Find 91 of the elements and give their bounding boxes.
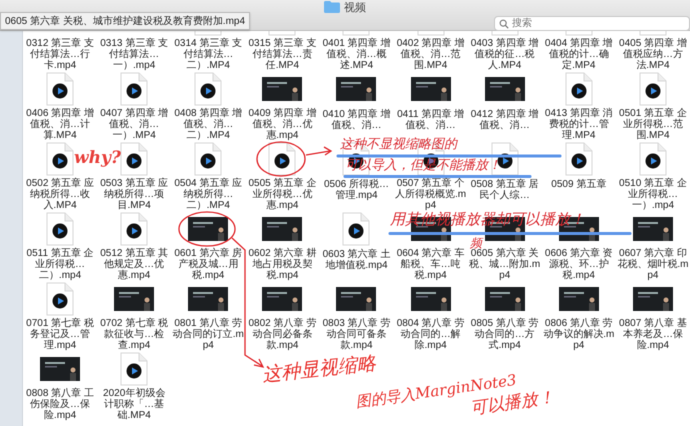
handwritten-note: 频: [470, 237, 482, 249]
file-name: 0312 第三章 支付结算法…行卡.mp4: [25, 38, 95, 71]
video-thumbnail[interactable]: [40, 356, 80, 380]
video-thumbnail[interactable]: [188, 286, 228, 310]
video-thumbnail[interactable]: [632, 286, 673, 310]
file-name: 0507 第五章 个人所得税概览.mp4: [394, 178, 467, 211]
video-thumbnail[interactable]: [558, 286, 599, 310]
video-thumbnail[interactable]: [632, 216, 673, 240]
file-name: 0601 第六章 房产税及城…用税.mp4: [173, 248, 244, 281]
file-name: 0808 第八章 工伤保险及…保险.mp4: [25, 388, 95, 421]
video-file-icon[interactable]: [342, 212, 370, 246]
file-name: 0607 第六章 印花税、烟叶税.mp4: [616, 248, 689, 281]
video-file-icon[interactable]: [46, 282, 74, 316]
video-file-icon[interactable]: [194, 72, 222, 106]
video-thumbnail[interactable]: [188, 216, 228, 240]
file-name: 2020年初级会计职称「…基础.MP4: [102, 388, 166, 421]
arrow: [306, 146, 332, 156]
file-name: 0606 第六章 资源税、环…护税.mp4: [544, 248, 614, 281]
file-name: 0602 第六章 耕地占用税及契税.mp4: [247, 248, 318, 281]
handwritten-note: why?: [74, 150, 121, 167]
video-file-icon[interactable]: [638, 142, 667, 176]
video-thumbnail[interactable]: [410, 286, 451, 310]
circle-mark: [178, 211, 236, 247]
file-name: 0510 第五章 企业所得税…一）.mp4: [618, 178, 688, 211]
file-name: 0413 第四章 消费税的计…管理.MP4: [544, 108, 614, 141]
file-name: 0509 第五章: [550, 179, 608, 190]
video-file-icon[interactable]: [46, 212, 74, 246]
file-name: 0804 第八章 劳动合同的…解除.mp4: [396, 318, 466, 351]
video-thumbnail[interactable]: [262, 286, 302, 310]
video-thumbnail[interactable]: [484, 286, 525, 310]
video-thumbnail[interactable]: [114, 286, 154, 310]
video-thumbnail[interactable]: [336, 286, 376, 310]
circle-mark: [256, 141, 306, 177]
file-name: 0408 第四章 增值税、消…二）.MP4: [173, 108, 244, 141]
video-thumbnail[interactable]: [336, 77, 376, 101]
video-thumbnail[interactable]: [410, 77, 451, 101]
video-file-icon[interactable]: [120, 72, 148, 106]
video-thumbnail[interactable]: [484, 77, 525, 101]
video-file-icon[interactable]: [46, 72, 74, 106]
file-name: 0315 第三章 支付结算法…责任.MP4: [247, 38, 318, 71]
file-name: 0407 第四章 增值税、消…一）.MP4: [99, 108, 170, 141]
file-name: 0503 第五章 应纳税所得…项目.MP4: [99, 178, 170, 211]
video-file-icon[interactable]: [120, 212, 148, 246]
file-name: 0502 第五章 应纳税所得…收入.MP4: [25, 178, 95, 211]
file-name: 0512 第五章 其他规定及…优惠.mp4: [99, 248, 170, 281]
file-name: 0801 第八章 劳动合同的订立.mp4: [172, 318, 244, 351]
search-icon: [499, 18, 509, 28]
handwritten-note: 这种不显视缩略图的: [340, 138, 457, 151]
folder-icon: [324, 1, 340, 13]
file-name: 0604 第六章 车船税、车…吨税.mp4: [396, 248, 466, 281]
handwritten-note: 这种显视缩略: [261, 354, 377, 385]
window-title: 视频: [344, 0, 366, 14]
file-name: 0409 第四章 增值税、消…优惠.mp4: [247, 108, 318, 141]
tooltip: 0605 第六章 关税、城市维护建设税及教育费附加.mp4: [0, 12, 250, 30]
file-name: 0806 第八章 劳动争议的解决.mp4: [542, 318, 615, 351]
file-name: 0405 第四章 增值税应纳…方法.MP4: [618, 38, 688, 71]
video-file-icon[interactable]: [268, 142, 296, 176]
file-name: 0506 所得税…管理.mp4: [322, 179, 390, 201]
video-file-icon[interactable]: [194, 142, 222, 176]
video-file-icon[interactable]: [46, 142, 74, 176]
video-thumbnail[interactable]: [262, 76, 302, 100]
search-field[interactable]: 搜索: [494, 16, 690, 31]
file-name: 0802 第八章 劳动合同必备条款.mp4: [247, 318, 318, 351]
file-name: 0505 第五章 企业所得税…优惠.mp4: [247, 178, 318, 211]
file-name: 0603 第六章 土地增值税.mp4: [322, 249, 392, 271]
file-name: 0504 第五章 应纳税所得…二）.MP4: [173, 178, 244, 211]
video-file-icon[interactable]: [564, 142, 593, 176]
file-name: 0410 第四章 增值税、消…: [322, 109, 392, 131]
video-thumbnail[interactable]: [262, 216, 302, 240]
file-name: 0807 第八章 基本养老及…保险.mp4: [618, 318, 688, 351]
file-name: 0511 第五章 企业所得税…二）.mp4: [26, 248, 95, 281]
file-name: 0313 第三章 支付结算法…一）.mp4: [99, 38, 170, 71]
file-name: 0402 第四章 增值税、消…范围.MP4: [396, 38, 466, 71]
file-name: 0403 第四章 增值税的征…税人.MP4: [470, 38, 540, 71]
file-name: 0605 第六章 关税、城…附加.mp4: [468, 248, 541, 281]
video-file-icon[interactable]: [120, 142, 148, 176]
file-name: 0314 第三章 支付结算法…二）.MP4: [173, 38, 244, 71]
file-name: 0701 第七章 税务登记及…管理.mp4: [25, 318, 95, 351]
file-name: 0803 第八章 劳动合同可备条款.mp4: [322, 318, 392, 351]
file-name: 0401 第四章 增值税、消…概述.MP4: [322, 38, 392, 71]
video-file-icon[interactable]: [564, 72, 593, 106]
file-name: 0406 第四章 增值税、消…计算.MP4: [25, 108, 95, 141]
file-name: 0501 第五章 企业所得税…范围.MP4: [618, 108, 688, 141]
file-name: 0702 第七章 税款征收与…检查.mp4: [99, 318, 170, 351]
video-file-icon[interactable]: [120, 352, 148, 386]
file-name: 0411 第四章 增值税、消…: [396, 109, 466, 131]
file-name: 0412 第四章 增值税、消…: [470, 109, 540, 131]
video-file-icon[interactable]: [638, 72, 667, 106]
file-name: 0404 第四章 增值税的计…确定.MP4: [544, 38, 614, 71]
file-name: 0805 第八章 劳动合同的…方式.mp4: [470, 318, 540, 351]
file-name: 0508 第五章 居民个人综…: [470, 179, 540, 201]
